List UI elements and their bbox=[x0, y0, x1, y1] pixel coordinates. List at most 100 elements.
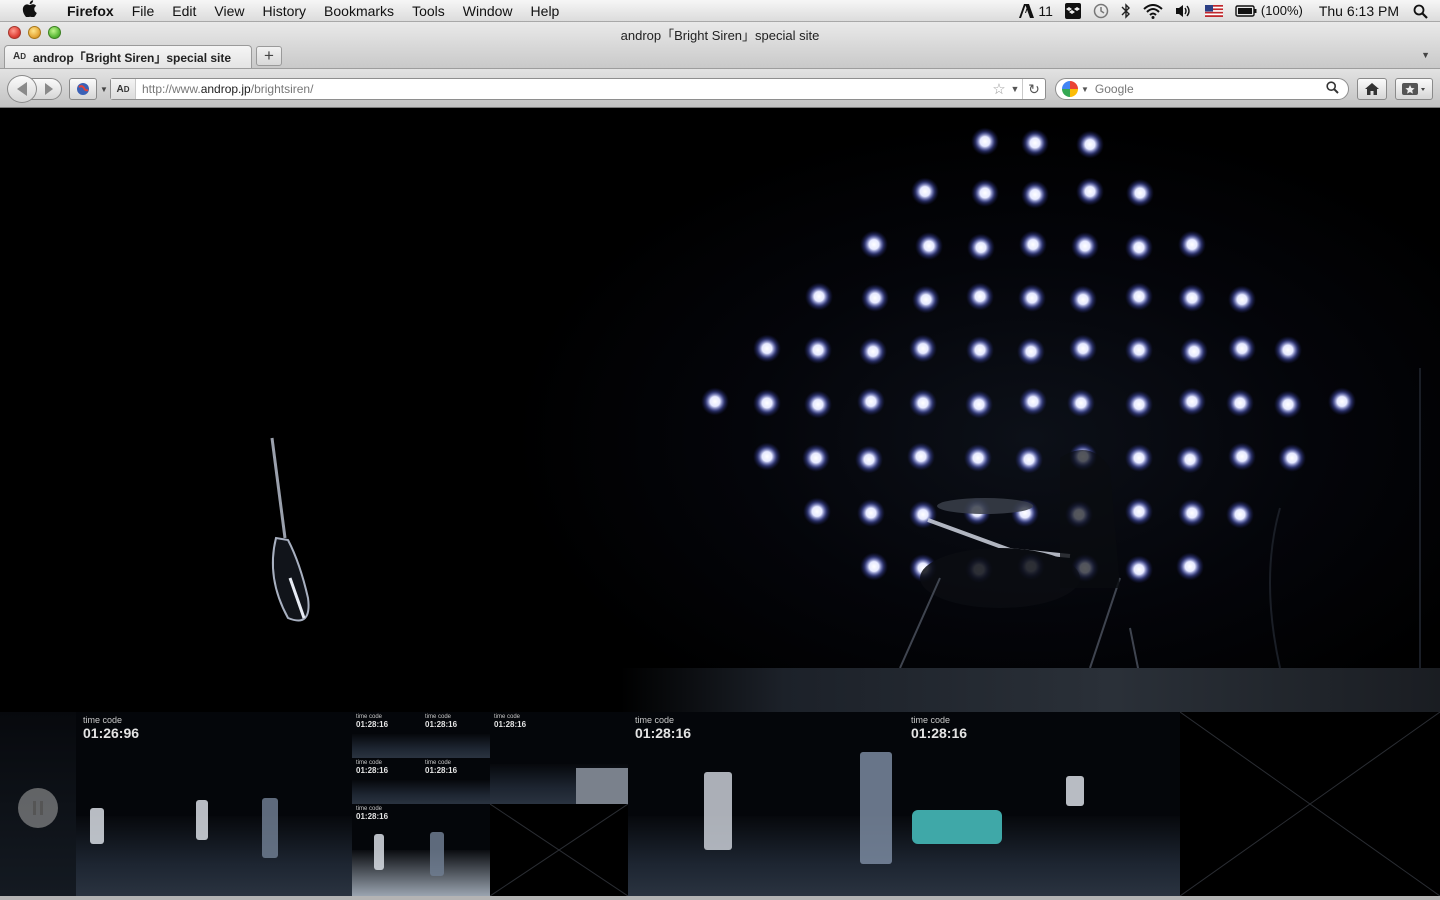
back-button[interactable] bbox=[7, 75, 37, 103]
time-machine-icon bbox=[1093, 3, 1109, 19]
bluetooth-status[interactable] bbox=[1115, 3, 1137, 19]
bookmarks-menu-button[interactable] bbox=[1395, 78, 1433, 100]
menu-file[interactable]: File bbox=[123, 0, 164, 22]
url-history-chevron-down-icon[interactable]: ▼ bbox=[1008, 84, 1022, 94]
stage-light bbox=[1125, 444, 1153, 472]
history-chevron-down-icon[interactable]: ▼ bbox=[100, 85, 108, 94]
tab-list-chevron-down-icon[interactable]: ▼ bbox=[1421, 50, 1430, 60]
history-button[interactable] bbox=[69, 78, 97, 100]
stage-light bbox=[1176, 445, 1204, 474]
stage-light bbox=[1125, 555, 1153, 584]
dropbox-status[interactable] bbox=[1059, 3, 1087, 19]
stage-light bbox=[1019, 230, 1047, 259]
bookmark-star-icon[interactable]: ☆ bbox=[990, 80, 1008, 98]
us-flag-icon bbox=[1204, 5, 1223, 17]
stage-light bbox=[701, 387, 729, 416]
tab-androp-bright-siren[interactable]: AD androp「Bright Siren」special site bbox=[4, 45, 252, 68]
stage-light bbox=[912, 285, 940, 314]
stage-light bbox=[1125, 336, 1153, 364]
stage-light bbox=[1125, 390, 1153, 419]
history-globe-icon bbox=[77, 83, 89, 95]
menu-bookmarks[interactable]: Bookmarks bbox=[315, 0, 403, 22]
music-video-player[interactable] bbox=[0, 108, 1440, 712]
stage-light bbox=[1328, 387, 1356, 416]
battery-status[interactable]: (100%) bbox=[1229, 0, 1309, 22]
menu-window[interactable]: Window bbox=[454, 0, 522, 22]
menu-history[interactable]: History bbox=[253, 0, 315, 22]
apple-menu-icon[interactable] bbox=[0, 0, 58, 22]
home-icon bbox=[1365, 83, 1379, 95]
stage-light bbox=[971, 127, 999, 156]
stage-light bbox=[971, 179, 999, 207]
pause-button[interactable] bbox=[18, 788, 58, 828]
volume-status[interactable] bbox=[1169, 4, 1199, 18]
search-input[interactable]: Google bbox=[1095, 82, 1326, 96]
window-title: androp「Bright Siren」special site bbox=[620, 28, 820, 43]
search-engine-chevron-down-icon[interactable]: ▼ bbox=[1081, 85, 1089, 94]
bookmarks-star-icon bbox=[1402, 83, 1425, 95]
stage-light bbox=[1021, 180, 1049, 209]
search-bar[interactable]: ▼ Google bbox=[1055, 78, 1349, 100]
battery-percent: (100%) bbox=[1260, 3, 1303, 18]
site-identity-icon[interactable]: AD bbox=[111, 79, 136, 99]
stage-light bbox=[1069, 285, 1097, 314]
stage-light bbox=[911, 177, 939, 206]
timecode-value: 01:28:16 bbox=[425, 766, 458, 775]
stage-light bbox=[1228, 285, 1256, 314]
time-machine-status[interactable] bbox=[1087, 3, 1115, 19]
mini-thumbnail[interactable]: time code 01:28:16 bbox=[352, 804, 490, 896]
input-source-status[interactable] bbox=[1199, 5, 1229, 17]
mini-thumbnail[interactable]: time code 01:28:16 bbox=[490, 712, 628, 804]
stage-light bbox=[1076, 130, 1104, 159]
stage-light bbox=[1178, 499, 1206, 527]
mini-thumbnail[interactable]: time code 01:28:16 bbox=[421, 712, 490, 758]
stage-light bbox=[803, 497, 831, 526]
menu-tools[interactable]: Tools bbox=[403, 0, 454, 22]
reload-icon[interactable]: ↻ bbox=[1022, 79, 1045, 99]
timecode-label: time code bbox=[635, 715, 675, 725]
address-bar[interactable]: AD http://www.androp.jp/brightsiren/ ☆ ▼… bbox=[110, 78, 1046, 100]
stage-light bbox=[1228, 442, 1256, 471]
adobe-updater-status[interactable]: 11 bbox=[1013, 0, 1059, 22]
stage-light bbox=[1019, 387, 1047, 416]
stage-light bbox=[1076, 177, 1104, 206]
clock[interactable]: Thu 6:13 PM bbox=[1309, 0, 1409, 22]
mini-thumbnail[interactable]: time code 01:28:16 bbox=[352, 758, 421, 804]
stage-light bbox=[861, 284, 889, 312]
stage-light bbox=[1015, 445, 1043, 474]
new-tab-button[interactable]: + bbox=[256, 46, 282, 66]
home-button[interactable] bbox=[1357, 78, 1387, 100]
stage-light bbox=[909, 389, 937, 417]
amplifier bbox=[576, 768, 628, 804]
menu-help[interactable]: Help bbox=[522, 0, 569, 22]
back-arrow-icon bbox=[17, 82, 27, 96]
url-path: /brightsiren/ bbox=[250, 82, 314, 96]
stage-light bbox=[1180, 337, 1208, 366]
stage-light bbox=[860, 230, 888, 259]
google-engine-icon[interactable] bbox=[1062, 81, 1078, 97]
url-host: androp.jp bbox=[200, 82, 251, 96]
menu-edit[interactable]: Edit bbox=[163, 0, 205, 22]
drum-set bbox=[912, 810, 1002, 844]
timecode-value: 01:28:16 bbox=[356, 720, 389, 729]
web-content: time code 01:26:96 time code 01:28:16 ti… bbox=[0, 108, 1440, 900]
thumbnail-clip-3[interactable]: time code 01:28:16 bbox=[628, 712, 904, 896]
url-input[interactable]: http://www.androp.jp/brightsiren/ bbox=[136, 82, 990, 96]
mini-thumbnail[interactable]: time code 01:28:16 bbox=[352, 712, 421, 758]
thumbnail-clip-4[interactable]: time code 01:28:16 bbox=[904, 712, 1180, 896]
menu-view[interactable]: View bbox=[205, 0, 253, 22]
stage-light bbox=[1021, 129, 1049, 157]
wifi-status[interactable] bbox=[1137, 3, 1169, 19]
stage-light bbox=[1125, 497, 1153, 526]
stage-light bbox=[804, 336, 832, 364]
pause-icon bbox=[33, 801, 36, 815]
mini-thumbnail[interactable]: time code 01:28:16 bbox=[421, 758, 490, 804]
menu-firefox[interactable]: Firefox bbox=[58, 0, 123, 22]
spotlight-button[interactable] bbox=[1409, 4, 1440, 19]
light-wall bbox=[701, 127, 1356, 584]
drum-kit bbox=[899, 450, 1141, 679]
stage-light bbox=[855, 445, 883, 474]
performer-figure bbox=[860, 752, 892, 864]
pause-icon bbox=[40, 801, 43, 815]
search-icon[interactable] bbox=[1326, 81, 1348, 97]
